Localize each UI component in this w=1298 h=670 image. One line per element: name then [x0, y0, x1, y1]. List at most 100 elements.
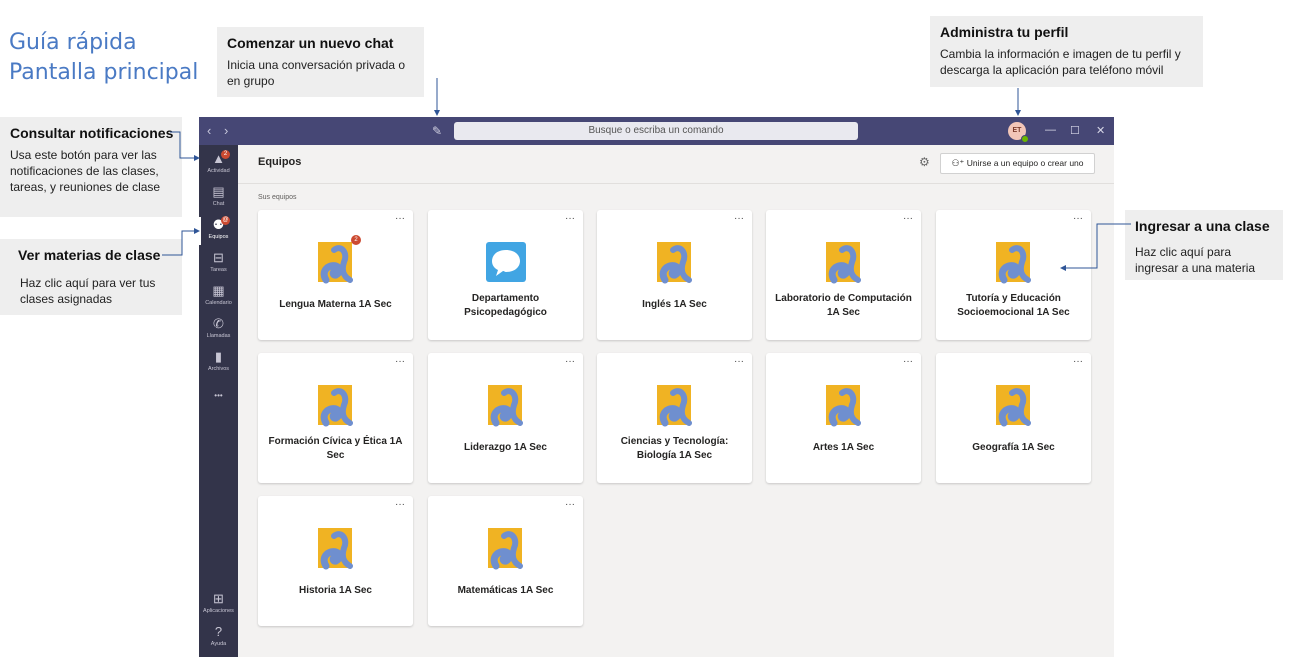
team-card[interactable]: ··· 2 Lengua Materna 1A Sec: [258, 210, 413, 340]
add-people-icon: ⚇⁺: [951, 158, 967, 168]
apps-icon: ⊞: [213, 591, 224, 606]
rail-item-chat[interactable]: ▤ Chat: [199, 182, 238, 214]
callout-heading: Ingresar a una clase: [1135, 218, 1270, 234]
teams-window: ‹ › ✎ Busque o escriba un comando ET — ☐…: [199, 117, 1114, 657]
team-card[interactable]: ··· Laboratorio de Computación 1A Sec: [766, 210, 921, 340]
gear-icon[interactable]: ⚙: [919, 155, 930, 169]
minimize-icon[interactable]: —: [1045, 124, 1056, 136]
team-card[interactable]: ··· Liderazgo 1A Sec: [428, 353, 583, 483]
school-logo-icon: [318, 385, 353, 427]
team-name: Departamento Psicopedagógico: [464, 293, 547, 318]
callout-body: Inicia una conversación privada o en gru…: [227, 58, 406, 88]
rail-item-label: Actividad: [207, 168, 230, 174]
team-card[interactable]: ··· Inglés 1A Sec: [597, 210, 752, 340]
files-icon: ▮: [214, 349, 223, 364]
team-card[interactable]: ··· Ciencias y Tecnología: Biología 1A Se…: [597, 353, 752, 483]
more-icon: •••: [214, 391, 223, 400]
rail-item-label: Llamadas: [206, 333, 231, 339]
help-icon: ?: [214, 624, 223, 639]
maximize-icon[interactable]: ☐: [1070, 124, 1080, 137]
forward-icon[interactable]: ›: [224, 123, 228, 138]
app-rail: ▲ Actividad 2 ▤ Chat ⚉ Equipos @ ⊟ Tareas ▦ Calenda…: [199, 145, 238, 657]
more-options-icon[interactable]: ···: [734, 356, 744, 367]
callout-heading: Ver materias de clase: [18, 247, 161, 263]
rail-item-label: Ayuda: [210, 641, 227, 647]
rail-item-calendario[interactable]: ▦ Calendario: [199, 281, 238, 313]
rail-item-llamadas[interactable]: ✆ Llamadas: [199, 314, 238, 346]
team-card[interactable]: ··· Geografía 1A Sec: [936, 353, 1091, 483]
assignments-icon: ⊟: [213, 250, 224, 265]
callout-heading: Comenzar un nuevo chat: [227, 35, 394, 51]
school-logo-icon: [826, 242, 861, 284]
school-logo-icon: [657, 242, 692, 284]
school-logo-icon: [488, 528, 523, 570]
callout-body: Cambia la información e imagen de tu per…: [940, 47, 1181, 77]
callout-body: Haz clic aquí para ver tus clases asigna…: [20, 276, 156, 306]
rail-item-archivos[interactable]: ▮ Archivos: [199, 347, 238, 379]
team-card[interactable]: ··· Tutoría y Educación Socioemocional 1A…: [936, 210, 1091, 340]
rail-item-label: Aplicaciones: [203, 608, 234, 614]
team-name: Ciencias y Tecnología: Biología 1A Sec: [620, 436, 729, 461]
team-name: Formación Cívica y Ética 1A Sec: [268, 436, 403, 461]
team-name: Tutoría y Educación Socioemocional 1A Se…: [957, 293, 1070, 318]
more-options-icon[interactable]: ···: [903, 356, 913, 367]
search-input[interactable]: Busque o escriba un comando: [454, 122, 858, 140]
more-options-icon[interactable]: ···: [565, 213, 575, 224]
rail-item-aplicaciones[interactable]: ⊞ Aplicaciones: [199, 589, 238, 621]
team-name: Artes 1A Sec: [812, 442, 875, 453]
callout-subjects: Ver materias de clase Haz clic aquí para…: [0, 239, 182, 315]
school-logo-icon: [318, 528, 353, 570]
more-options-icon[interactable]: ···: [1073, 213, 1083, 224]
rail-item-tareas[interactable]: ⊟ Tareas: [199, 248, 238, 280]
chat-icon: ▤: [212, 184, 225, 199]
notification-badge: 2: [221, 150, 230, 159]
more-options-icon[interactable]: ···: [903, 213, 913, 224]
team-name: Inglés 1A Sec: [642, 299, 707, 310]
school-logo-icon: [996, 385, 1031, 427]
rail-item-label: Equipos: [208, 234, 229, 240]
team-name: Lengua Materna 1A Sec: [279, 299, 392, 310]
phone-icon: ✆: [213, 316, 224, 331]
close-icon[interactable]: ✕: [1096, 124, 1105, 137]
join-team-label: Unirse a un equipo o crear uno: [966, 158, 1084, 168]
more-options-icon[interactable]: ···: [395, 499, 405, 510]
team-card[interactable]: ··· Artes 1A Sec: [766, 353, 921, 483]
section-label: Sus equipos: [258, 194, 297, 201]
rail-item-label: Calendario: [205, 300, 232, 306]
guide-title-line2: Pantalla principal: [9, 60, 199, 85]
team-card[interactable]: ··· Departamento Psicopedagógico: [428, 210, 583, 340]
join-team-button[interactable]: ⚇⁺ Unirse a un equipo o crear uno: [940, 153, 1095, 174]
more-options-icon[interactable]: ···: [734, 213, 744, 224]
more-options-icon[interactable]: ···: [1073, 356, 1083, 367]
more-options-icon[interactable]: ···: [395, 213, 405, 224]
page-title: Equipos: [258, 156, 302, 168]
callout-body: Usa este botón para ver las notificacion…: [10, 148, 161, 194]
team-card[interactable]: ··· Formación Cívica y Ética 1A Sec: [258, 353, 413, 483]
school-logo-icon: [318, 242, 353, 284]
teams-header: Equipos ⚙ ⚇⁺ Unirse a un equipo o crear …: [238, 145, 1114, 184]
rail-more-button[interactable]: •••: [199, 383, 238, 415]
calendar-icon: ▦: [212, 283, 225, 298]
callout-profile: Administra tu perfil Cambia la informaci…: [930, 16, 1203, 87]
school-logo-icon: [657, 385, 692, 427]
team-card[interactable]: ··· Historia 1A Sec: [258, 496, 413, 626]
rail-item-equipos[interactable]: ⚉ Equipos @: [199, 215, 238, 247]
team-name: Matemáticas 1A Sec: [457, 585, 554, 596]
rail-item-label: Chat: [212, 201, 225, 207]
teams-icon: ⚉: [212, 217, 225, 232]
more-options-icon[interactable]: ···: [565, 356, 575, 367]
team-name: Geografía 1A Sec: [972, 442, 1055, 453]
callout-enter-class: Ingresar a una clase Haz clic aquí para …: [1125, 210, 1283, 280]
callout-heading: Administra tu perfil: [940, 24, 1069, 40]
rail-item-label: Archivos: [207, 366, 230, 372]
school-logo-icon: [488, 385, 523, 427]
more-options-icon[interactable]: ···: [565, 499, 575, 510]
rail-item-actividad[interactable]: ▲ Actividad 2: [199, 149, 238, 181]
new-chat-icon[interactable]: ✎: [432, 124, 442, 138]
rail-item-ayuda[interactable]: ? Ayuda: [199, 622, 238, 654]
more-options-icon[interactable]: ···: [395, 356, 405, 367]
back-icon[interactable]: ‹: [207, 123, 211, 138]
school-logo-icon: [826, 385, 861, 427]
school-logo-icon: [996, 242, 1031, 284]
team-card[interactable]: ··· Matemáticas 1A Sec: [428, 496, 583, 626]
